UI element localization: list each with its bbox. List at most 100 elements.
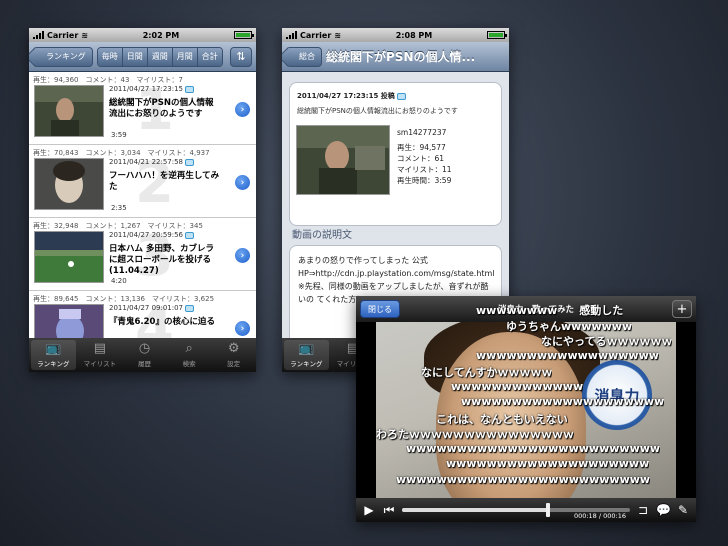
status-time: 2:02 PM xyxy=(142,30,180,40)
video-thumbnail[interactable] xyxy=(296,125,390,195)
thumbnail-image xyxy=(35,232,103,282)
post-date: 2011/04/27 17:23:15 投稿 xyxy=(297,92,395,100)
row-date: 2011/04/27 20:59:56 xyxy=(109,231,184,239)
thumbnail-image xyxy=(35,159,103,209)
tv-icon xyxy=(185,304,195,312)
tab-mylist[interactable]: ▤ マイリスト xyxy=(78,338,123,372)
tab-search[interactable]: ⌕ 検索 xyxy=(167,338,212,372)
pencil-icon[interactable]: ✎ xyxy=(676,503,690,517)
row-date: 2011/04/21 22:57:58 xyxy=(109,158,184,166)
comment-toggle-icon[interactable]: ⊐ xyxy=(636,503,650,517)
row-thumbnail[interactable] xyxy=(34,231,104,283)
seek-handle[interactable] xyxy=(545,503,550,517)
disclosure-icon[interactable]: › xyxy=(235,321,250,336)
row-stats: 再生：70,843 コメント：3,034 マイリスト：4,937 xyxy=(33,149,210,157)
battery-icon xyxy=(487,31,507,39)
wifi-icon: ≋ xyxy=(81,30,88,40)
stat-line: マイリスト：11 xyxy=(397,165,452,174)
description-heading: 動画の説明文 xyxy=(292,230,352,241)
row-date: 2011/04/27 17:23:15 xyxy=(109,85,184,93)
list-item[interactable]: 4 再生：89,645 コメント：13,136 マイリスト：3,625 2011/0… xyxy=(29,291,256,338)
tv-icon xyxy=(185,231,195,239)
mylist-icon: ▤ xyxy=(93,341,107,356)
stat-line: sm14277237 xyxy=(397,128,447,137)
tab-settings[interactable]: ⚙ 設定 xyxy=(211,338,256,372)
list-item[interactable]: 1 再生：94,360 コメント：43 マイリスト：7 2011/04/27 17:… xyxy=(29,72,256,145)
disclosure-icon[interactable]: › xyxy=(235,248,250,263)
video-title: 総統閣下がPSNの個人情報流出にお怒りのようです xyxy=(297,107,458,115)
thumbnail-image xyxy=(297,126,389,194)
list-item[interactable]: 3 再生：32,948 コメント：1,267 マイリスト：345 2011/04/2… xyxy=(29,218,256,291)
row-stats: 再生：32,948 コメント：1,267 マイリスト：345 xyxy=(33,222,203,230)
row-title: フーハハハ！を逆再生してみた xyxy=(109,171,220,192)
danmaku-comment: wwwwwwwwwwwwwwwwwwwwwwwww xyxy=(406,441,661,455)
segment-4[interactable]: 合計 xyxy=(196,47,222,66)
row-title: 日本ハム 多田野、カブレラに超スローボールを投げる (11.04.27) xyxy=(109,244,214,276)
play-icon[interactable]: ▶ xyxy=(362,503,376,517)
status-time: 2:08 PM xyxy=(395,30,433,40)
row-date: 2011/04/27 09:01:07 xyxy=(109,304,184,312)
row-title: 総統閣下がPSNの個人情報流出にお怒りのようです xyxy=(109,98,214,119)
speech-bubble-icon[interactable]: 💬 xyxy=(656,503,671,517)
tab-history[interactable]: ◷ 履歴 xyxy=(122,338,167,372)
danmaku-comment: wwwwwwww 感動した xyxy=(476,304,624,317)
search-icon: ⌕ xyxy=(185,341,193,356)
tv-icon xyxy=(185,158,195,166)
stat-line: 再生：94,577 xyxy=(397,143,446,152)
danmaku-comment: これは、なんともいえない xyxy=(436,412,568,426)
tab-label: マイリスト xyxy=(83,360,117,368)
status-bar: Carrier ≋ 2:08 PM xyxy=(282,28,509,42)
ranking-tv-icon: 📺 xyxy=(45,341,62,356)
row-stats: 再生：89,645 コメント：13,136 マイリスト：3,625 xyxy=(33,295,215,303)
player-controls: ▶ ⏮ ⊐ 💬 ✎ xyxy=(356,498,696,522)
tab-label: ランキング xyxy=(37,360,70,368)
tab-ranking-tv[interactable]: 📺 ランキング xyxy=(31,340,76,370)
row-thumbnail[interactable] xyxy=(34,85,104,137)
tab-label: 検索 xyxy=(182,360,196,368)
signal-icon xyxy=(286,31,297,39)
row-thumbnail[interactable] xyxy=(34,158,104,210)
skip-back-icon[interactable]: ⏮ xyxy=(382,503,396,518)
thumbnail-image xyxy=(35,305,103,338)
seek-progress xyxy=(402,508,548,512)
disclosure-icon[interactable]: › xyxy=(235,102,250,117)
danmaku-comment: wwwwwwwwwwwwwwwwww xyxy=(476,348,659,362)
comment-overlay: wwwwwwww 感動した ゆうちゃんwwwwwww なにやってるｗｗｗｗｗｗ www… xyxy=(366,298,696,496)
swap-arrows-icon[interactable]: ⇅ xyxy=(230,46,252,67)
segment-1[interactable]: 日間 xyxy=(121,47,147,66)
segment-2[interactable]: 週間 xyxy=(146,47,172,66)
ranking-list: 1 再生：94,360 コメント：43 マイリスト：7 2011/04/27 17:… xyxy=(29,72,256,338)
list-item[interactable]: 2 再生：70,843 コメント：3,034 マイリスト：4,937 2011/04… xyxy=(29,145,256,218)
video-info-card: 2011/04/27 17:23:15 投稿 総統閣下がPSNの個人情報流出にお… xyxy=(289,82,502,226)
row-title: 『青鬼6.20』の核心に迫る xyxy=(109,317,215,327)
row-duration: 2:35 xyxy=(111,204,127,212)
ranking-screen: Carrier ≋ 2:02 PM ランキング 毎時 日間 週間 月間 合計 ⇅ 1 再生… xyxy=(29,28,256,372)
tab-label: ランキング xyxy=(290,360,323,368)
danmaku-comment: wwwwwwwwwwwwwwwwwwwwwwwww xyxy=(396,472,651,486)
row-thumbnail[interactable] xyxy=(34,304,104,338)
danmaku-comment: wwwwwwwwwwwwwwwwwwww xyxy=(461,395,665,408)
nav-title: 総統閣下がPSNの個人情... xyxy=(326,50,476,64)
carrier-label: Carrier xyxy=(47,30,79,40)
segment-0[interactable]: 毎時 xyxy=(97,47,122,66)
danmaku-comment: ゆうちゃんwwwwwww xyxy=(506,319,633,333)
row-stats: 再生：94,360 コメント：43 マイリスト：7 xyxy=(33,76,183,84)
danmaku-comment: わろたｗｗｗｗｗｗｗｗｗｗｗｗｗｗｗ xyxy=(376,428,574,441)
back-button[interactable]: 総合 xyxy=(286,46,322,67)
danmaku-comment: wwwwwwwwwwwww xyxy=(451,379,584,393)
history-icon: ◷ xyxy=(138,341,151,356)
video-stats: sm14277237 再生：94,577 コメント：61 マイリスト：11 再生時間：3… xyxy=(397,127,452,186)
thumbnail-image xyxy=(35,86,103,136)
video-player: 閉じる 消臭力 歌ってみた + 消臭力 wwwwwwww 感動した ゆうちゃんww… xyxy=(356,296,696,522)
nav-bar: 総合 総統閣下がPSNの個人情... xyxy=(282,42,509,72)
tab-ranking-tv[interactable]: 📺 ランキング xyxy=(284,340,329,370)
settings-icon: ⚙ xyxy=(227,341,240,356)
danmaku-comment: なにしてんすかｗｗｗｗｗ xyxy=(421,366,553,379)
tab-label: 履歴 xyxy=(137,360,151,368)
segment-3[interactable]: 月間 xyxy=(171,47,197,66)
disclosure-icon[interactable]: › xyxy=(235,175,250,190)
time-readout: 000:18 / 000:16 xyxy=(573,512,626,520)
stat-line: コメント：61 xyxy=(397,154,445,163)
stat-line: 再生時間：3:59 xyxy=(397,176,452,185)
back-button[interactable]: ランキング xyxy=(33,46,93,67)
